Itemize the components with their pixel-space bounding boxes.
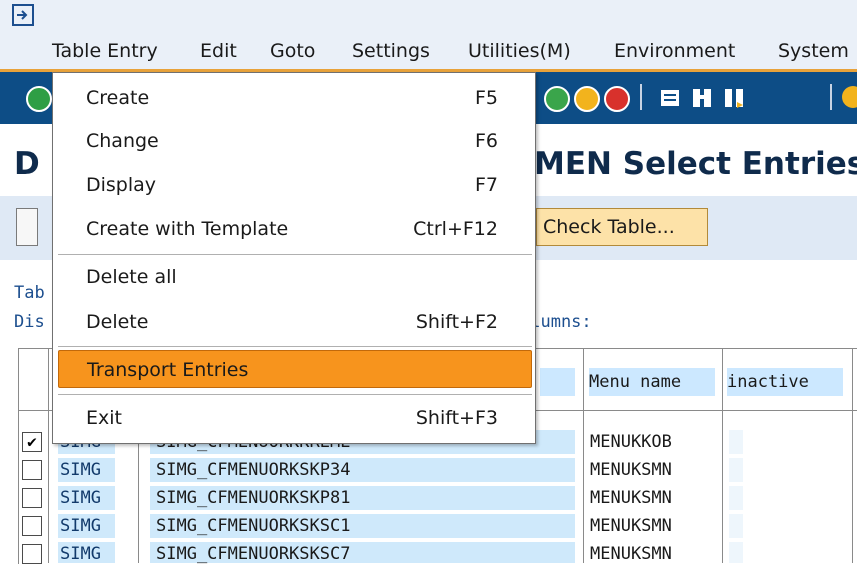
menu-item-label: Display bbox=[86, 174, 157, 196]
find-next-icon[interactable] bbox=[722, 86, 746, 110]
cell-menu-name[interactable]: MENUKSMN bbox=[590, 542, 715, 564]
row-select-checkbox[interactable] bbox=[22, 488, 42, 508]
display-label: Dis bbox=[14, 312, 45, 332]
menu-item-transport-entries[interactable]: Transport Entries bbox=[58, 350, 532, 388]
cell-menu-name[interactable]: MENUKSMN bbox=[590, 458, 715, 482]
menu-environment[interactable]: Environment bbox=[614, 40, 735, 62]
app-menu-icon[interactable] bbox=[12, 4, 34, 26]
cell-menu-name[interactable]: MENUKKOB bbox=[590, 430, 715, 454]
menu-item-shortcut: Ctrl+F12 bbox=[413, 218, 498, 240]
cell-inactive[interactable] bbox=[729, 430, 743, 454]
menu-item-display[interactable]: Display F7 bbox=[58, 166, 532, 204]
cell-inactive[interactable] bbox=[729, 514, 743, 538]
cell-inactive[interactable] bbox=[729, 486, 743, 510]
check-table-button[interactable]: Check Table... bbox=[536, 208, 708, 246]
cell-type[interactable]: SIMG bbox=[58, 542, 115, 564]
cell-type[interactable]: SIMG bbox=[58, 458, 115, 482]
menu-item-label: Create bbox=[86, 87, 150, 109]
menu-item-label: Delete all bbox=[86, 266, 177, 288]
cell-type[interactable]: SIMG bbox=[58, 514, 115, 538]
page-first-icon[interactable] bbox=[842, 86, 857, 108]
menu-item-label: Change bbox=[86, 130, 159, 152]
menu-item-shortcut: Shift+F2 bbox=[415, 311, 498, 333]
exit-icon[interactable] bbox=[574, 86, 600, 112]
menu-item-change[interactable]: Change F6 bbox=[58, 122, 532, 160]
menu-settings[interactable]: Settings bbox=[352, 40, 430, 62]
find-icon[interactable] bbox=[690, 86, 714, 110]
cell-object-name[interactable]: SIMG_CFMENUORKSKSC1 bbox=[150, 514, 575, 538]
cell-inactive[interactable] bbox=[729, 542, 743, 563]
column-divider bbox=[48, 348, 49, 563]
column-header-inactive[interactable]: inactive bbox=[727, 368, 843, 396]
back-icon[interactable] bbox=[544, 86, 570, 112]
column-header-menu-name[interactable]: Menu name bbox=[589, 368, 715, 396]
menu-item-shortcut: F6 bbox=[474, 130, 498, 152]
enter-icon[interactable] bbox=[26, 86, 52, 112]
row-select-checkbox[interactable]: ✔ bbox=[22, 432, 42, 452]
cell-menu-name[interactable]: MENUKSMN bbox=[590, 514, 715, 538]
menu-item-exit[interactable]: Exit Shift+F3 bbox=[58, 399, 532, 437]
row-select-checkbox[interactable] bbox=[22, 544, 42, 564]
menu-table-entry[interactable]: Table Entry bbox=[52, 40, 158, 62]
page-title: D bbox=[14, 146, 40, 182]
table-label: Tab bbox=[14, 283, 45, 303]
toolbar-separator bbox=[640, 84, 642, 110]
row-select-checkbox[interactable] bbox=[22, 516, 42, 536]
menu-bar: Table Entry Edit Goto Settings Utilities… bbox=[0, 0, 857, 72]
menu-item-delete[interactable]: Delete Shift+F2 bbox=[58, 303, 532, 341]
cell-menu-name[interactable]: MENUKSMN bbox=[590, 486, 715, 510]
cell-object-name[interactable]: SIMG_CFMENUORKSKSC7 bbox=[150, 542, 575, 564]
print-icon[interactable] bbox=[658, 86, 682, 110]
menu-utilities[interactable]: Utilities(M) bbox=[468, 40, 571, 62]
new-entries-button[interactable] bbox=[16, 208, 38, 246]
toolbar-separator bbox=[830, 84, 832, 110]
column-divider bbox=[583, 348, 584, 563]
menu-item-delete-all[interactable]: Delete all bbox=[58, 258, 532, 296]
menu-item-shortcut: F5 bbox=[474, 87, 498, 109]
column-header-fragment[interactable] bbox=[540, 368, 575, 396]
menu-item-label: Exit bbox=[86, 407, 122, 429]
menu-separator bbox=[58, 346, 532, 347]
cell-object-name[interactable]: SIMG_CFMENUORKSKP34 bbox=[150, 458, 575, 482]
page-title-continuation: MEN Select Entries bbox=[534, 146, 857, 182]
menu-item-create-with-template[interactable]: Create with Template Ctrl+F12 bbox=[58, 210, 532, 248]
menu-item-shortcut: F7 bbox=[474, 174, 498, 196]
menu-edit[interactable]: Edit bbox=[200, 40, 237, 62]
cell-object-name[interactable]: SIMG_CFMENUORKSKP81 bbox=[150, 486, 575, 510]
menu-separator bbox=[58, 394, 532, 395]
column-divider bbox=[722, 348, 723, 563]
row-select-checkbox[interactable] bbox=[22, 460, 42, 480]
cancel-icon[interactable] bbox=[604, 86, 630, 112]
menu-item-label: Create with Template bbox=[86, 218, 289, 240]
menu-item-shortcut: Shift+F3 bbox=[415, 407, 498, 429]
menu-system[interactable]: System bbox=[778, 40, 849, 62]
cell-inactive[interactable] bbox=[729, 458, 743, 482]
menu-item-create[interactable]: Create F5 bbox=[58, 79, 532, 117]
menu-separator bbox=[58, 254, 532, 255]
menu-item-label: Transport Entries bbox=[87, 359, 249, 381]
column-divider bbox=[852, 348, 853, 563]
cell-type[interactable]: SIMG bbox=[58, 486, 115, 510]
menu-goto[interactable]: Goto bbox=[270, 40, 315, 62]
menu-item-label: Delete bbox=[86, 311, 149, 333]
